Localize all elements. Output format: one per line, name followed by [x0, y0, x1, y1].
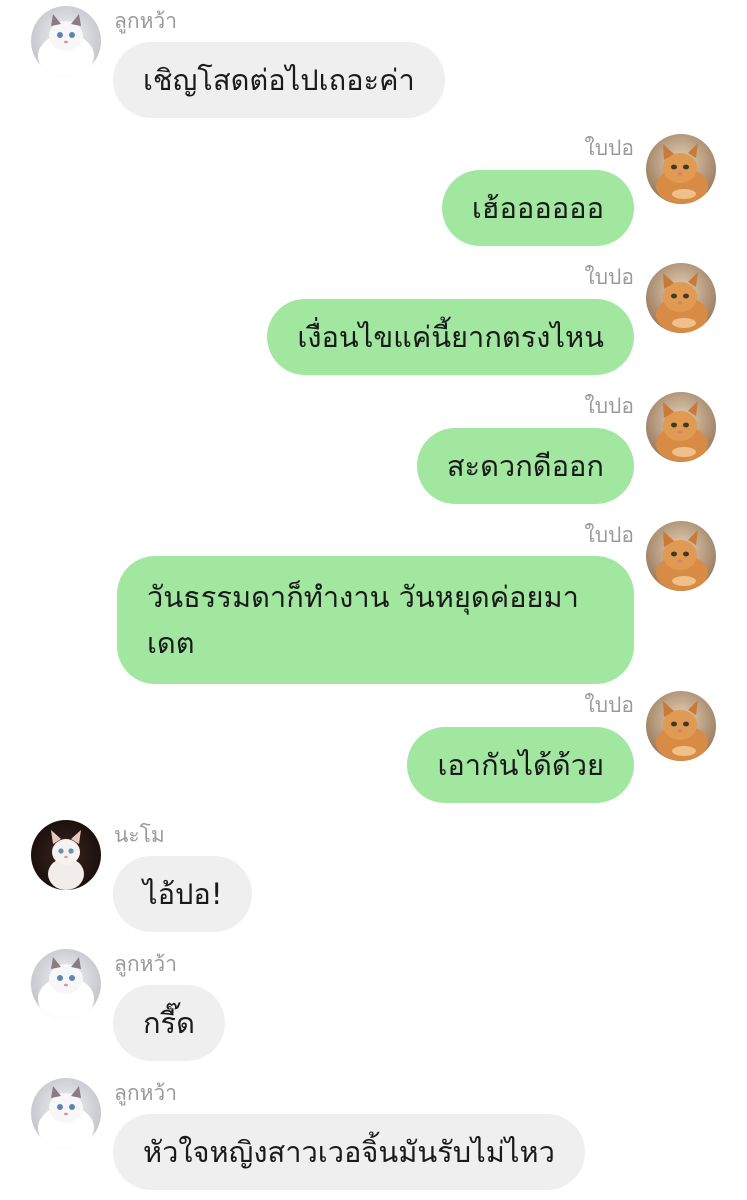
sender-name: ใบปอ: [584, 136, 634, 160]
white-cat-avatar[interactable]: [31, 6, 101, 76]
sender-name: ใบปอ: [584, 693, 634, 717]
orange-kitten-avatar[interactable]: [646, 392, 716, 462]
sender-name: นะโม: [114, 823, 165, 847]
orange-kitten-avatar[interactable]: [646, 691, 716, 761]
white-cat-avatar[interactable]: [31, 1078, 101, 1148]
message-bubble[interactable]: สะดวกดีออก: [416, 428, 634, 504]
message-bubble[interactable]: เงื่อนไขแค่นี้ยากตรงไหน: [267, 299, 634, 375]
message-bubble[interactable]: กรี๊ด: [113, 985, 225, 1061]
message-bubble[interactable]: ไอ้ปอ!: [113, 856, 253, 932]
message-bubble[interactable]: เฮ้ออออออ: [441, 170, 634, 246]
message-bubble[interactable]: เอากันได้ด้วย: [407, 727, 634, 803]
orange-kitten-avatar[interactable]: [646, 263, 716, 333]
sender-name: ใบปอ: [584, 394, 634, 418]
white-kitten-dark-bg-avatar[interactable]: [31, 820, 101, 890]
message-bubble[interactable]: หัวใจหญิงสาวเวอจิ้นมันรับไม่ไหว: [113, 1114, 585, 1190]
sender-name: ใบปอ: [584, 523, 634, 547]
sender-name: ใบปอ: [584, 265, 634, 289]
message-bubble[interactable]: วันธรรมดาก็ทำงาน วันหยุดค่อยมาเดต: [117, 556, 634, 684]
sender-name: ลูกหว้า: [114, 1081, 178, 1105]
message-bubble[interactable]: เชิญโสดต่อไปเถอะค่า: [113, 42, 445, 118]
sender-name: ลูกหว้า: [114, 9, 178, 33]
orange-kitten-avatar[interactable]: [646, 521, 716, 591]
white-cat-avatar[interactable]: [31, 949, 101, 1019]
orange-kitten-avatar[interactable]: [646, 134, 716, 204]
sender-name: ลูกหว้า: [114, 952, 178, 976]
